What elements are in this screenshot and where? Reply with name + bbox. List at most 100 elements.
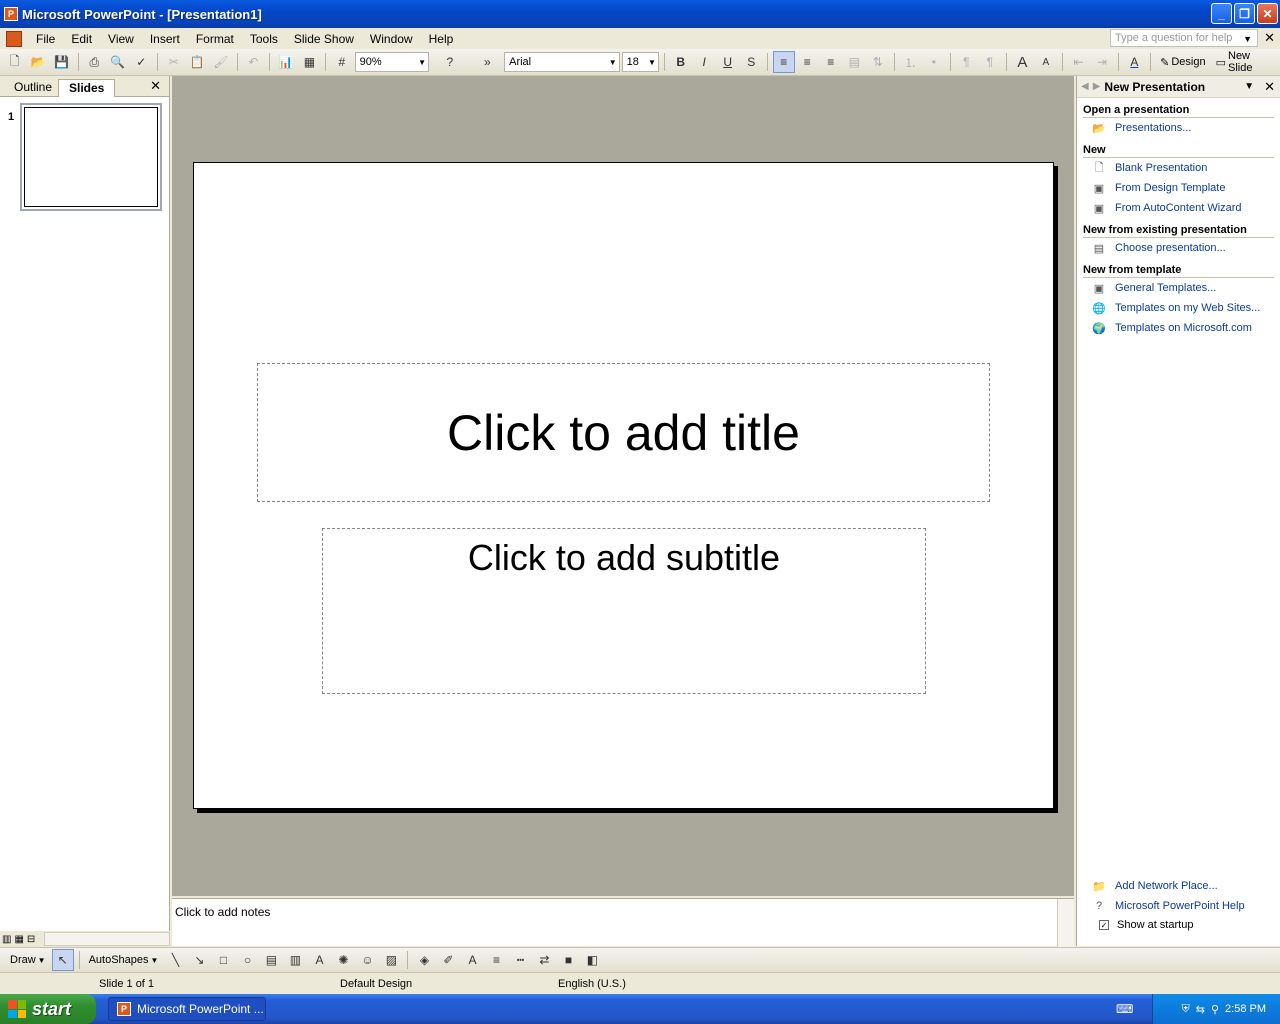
document-icon[interactable] [6, 30, 22, 47]
link-powerpoint-help[interactable]: ? Microsoft PowerPoint Help [1077, 896, 1280, 916]
draw-menu-button[interactable]: Draw ▼ [6, 954, 50, 966]
forward-icon[interactable]: ▶ [1093, 81, 1101, 92]
clip-art-icon[interactable]: ☺ [356, 949, 378, 971]
tab-slides[interactable]: Slides [58, 79, 116, 97]
link-web-templates[interactable]: 🌐 Templates on my Web Sites... [1077, 298, 1280, 318]
start-button[interactable]: start [0, 994, 96, 1024]
bold-icon[interactable]: B [670, 51, 692, 73]
decrease-indent-icon[interactable]: ⇤ [1068, 51, 1090, 73]
font-select[interactable]: Arial ▼ [504, 52, 620, 72]
link-blank-presentation[interactable]: 🗋 Blank Presentation [1077, 158, 1280, 178]
menu-file[interactable]: File [28, 32, 63, 46]
link-choose-presentation[interactable]: ▤ Choose presentation... [1077, 238, 1280, 258]
line-icon[interactable]: ╲ [164, 949, 186, 971]
subtitle-placeholder[interactable]: Click to add subtitle [322, 528, 926, 694]
menu-view[interactable]: View [100, 32, 142, 46]
save-icon[interactable]: 💾 [51, 51, 73, 73]
undo-icon[interactable]: ↶ [243, 51, 265, 73]
align-left-icon[interactable]: ≡ [772, 51, 795, 73]
font-size-select[interactable]: 18 ▼ [621, 52, 659, 72]
font-color-icon[interactable]: A [1124, 51, 1146, 73]
notes-pane[interactable]: Click to add notes [172, 898, 1074, 947]
increase-font-icon[interactable]: A [1012, 51, 1034, 73]
show-at-startup-checkbox[interactable]: ✓ [1099, 920, 1109, 930]
select-objects-icon[interactable]: ↖ [51, 949, 74, 971]
link-autocontent-wizard[interactable]: ▣ From AutoContent Wizard [1077, 198, 1280, 218]
wordart-icon[interactable]: A [308, 949, 330, 971]
bullets-icon[interactable]: • [923, 51, 945, 73]
help-icon[interactable]: ? [439, 51, 461, 73]
menu-edit[interactable]: Edit [63, 32, 100, 46]
ltr-icon[interactable]: ¶ [956, 51, 978, 73]
back-icon[interactable]: ◀ [1081, 81, 1089, 92]
spelling-icon[interactable]: ✓ [131, 51, 153, 73]
slide-sorter-icon[interactable]: ▦ [14, 934, 23, 945]
picture-icon[interactable]: ▨ [380, 949, 402, 971]
shadow-icon[interactable]: S [740, 51, 762, 73]
rtl-icon[interactable]: ¶ [979, 51, 1001, 73]
print-preview-icon[interactable]: 🔍 [107, 51, 129, 73]
help-search-input[interactable]: Type a question for help [1110, 29, 1258, 47]
menu-window[interactable]: Window [362, 32, 421, 46]
format-painter-icon[interactable]: 🖌 [210, 51, 232, 73]
tab-outline[interactable]: Outline [4, 79, 62, 97]
decrease-font-icon[interactable]: A [1035, 51, 1057, 73]
design-button[interactable]: ✎ Design [1156, 56, 1209, 69]
diagram-icon[interactable]: ✺ [332, 949, 354, 971]
zoom-select[interactable]: 90% ▼ [354, 52, 430, 72]
network-icon[interactable]: ⇆ [1196, 1003, 1205, 1016]
open-icon[interactable]: 📂 [28, 51, 50, 73]
print-icon[interactable]: ⎙ [84, 51, 106, 73]
numbering-icon[interactable]: ⒈ [900, 51, 922, 73]
search-icon[interactable]: ⚲ [1211, 1003, 1219, 1016]
line-color-icon[interactable]: ✐ [437, 949, 459, 971]
menu-slide-show[interactable]: Slide Show [286, 32, 362, 46]
shield-icon[interactable]: ⛨ [1182, 1003, 1190, 1016]
oval-icon[interactable]: ○ [236, 949, 258, 971]
menu-format[interactable]: Format [188, 32, 242, 46]
line-style-icon[interactable]: ≡ [485, 949, 507, 971]
menu-help[interactable]: Help [421, 32, 462, 46]
menu-tools[interactable]: Tools [242, 32, 286, 46]
slide-show-icon[interactable]: ⊟ [27, 934, 35, 945]
minimize-button[interactable]: _ [1211, 3, 1232, 24]
vertical-text-box-icon[interactable]: ▥ [284, 949, 306, 971]
arrow-style-icon[interactable]: ⇄ [533, 949, 555, 971]
increase-indent-icon[interactable]: ⇥ [1091, 51, 1113, 73]
cut-icon[interactable]: ✂ [163, 51, 185, 73]
justify-icon[interactable]: ▤ [844, 51, 866, 73]
dash-style-icon[interactable]: ┅ [509, 949, 531, 971]
insert-table-icon[interactable]: ▦ [299, 51, 321, 73]
arrow-icon[interactable]: ↘ [188, 949, 210, 971]
normal-view-icon[interactable]: ▥ [2, 934, 11, 945]
distribute-icon[interactable]: ⇅ [867, 51, 889, 73]
link-general-templates[interactable]: ▣ General Templates... [1077, 278, 1280, 298]
align-center-icon[interactable]: ≡ [797, 51, 819, 73]
powerpoint-app-icon[interactable]: P [4, 7, 18, 21]
slide-thumbnail[interactable] [20, 103, 162, 211]
new-slide-button[interactable]: ▭ New Slide [1212, 50, 1280, 74]
rectangle-icon[interactable]: □ [212, 949, 234, 971]
toolbar-options-icon[interactable]: » [477, 51, 499, 73]
new-icon[interactable]: 🗋 [4, 51, 26, 73]
restore-button[interactable]: ❐ [1234, 3, 1255, 24]
link-add-network-place[interactable]: 📁 Add Network Place... [1077, 876, 1280, 896]
close-document-icon[interactable]: ✕ [1264, 30, 1275, 46]
font-color-icon[interactable]: A [461, 949, 483, 971]
chevron-down-icon[interactable]: ▼ [1243, 34, 1252, 44]
clock[interactable]: 2:58 PM [1225, 1003, 1266, 1015]
close-task-pane-icon[interactable]: ✕ [1264, 79, 1275, 95]
3d-style-icon[interactable]: ◧ [581, 949, 603, 971]
fill-color-icon[interactable]: ◈ [413, 949, 435, 971]
chevron-down-icon[interactable]: ▼ [1244, 81, 1254, 92]
paste-icon[interactable]: 📋 [187, 51, 209, 73]
close-pane-icon[interactable]: ✕ [150, 78, 161, 94]
taskbar-powerpoint-button[interactable]: P Microsoft PowerPoint ... [108, 997, 266, 1021]
slide[interactable]: Click to add title Click to add subtitle [193, 162, 1054, 809]
shadow-style-icon[interactable]: ■ [557, 949, 579, 971]
close-button[interactable]: ✕ [1257, 3, 1278, 24]
text-box-icon[interactable]: ▤ [260, 949, 282, 971]
link-design-template[interactable]: ▣ From Design Template [1077, 178, 1280, 198]
underline-icon[interactable]: U [717, 51, 739, 73]
grid-icon[interactable]: # [331, 51, 353, 73]
